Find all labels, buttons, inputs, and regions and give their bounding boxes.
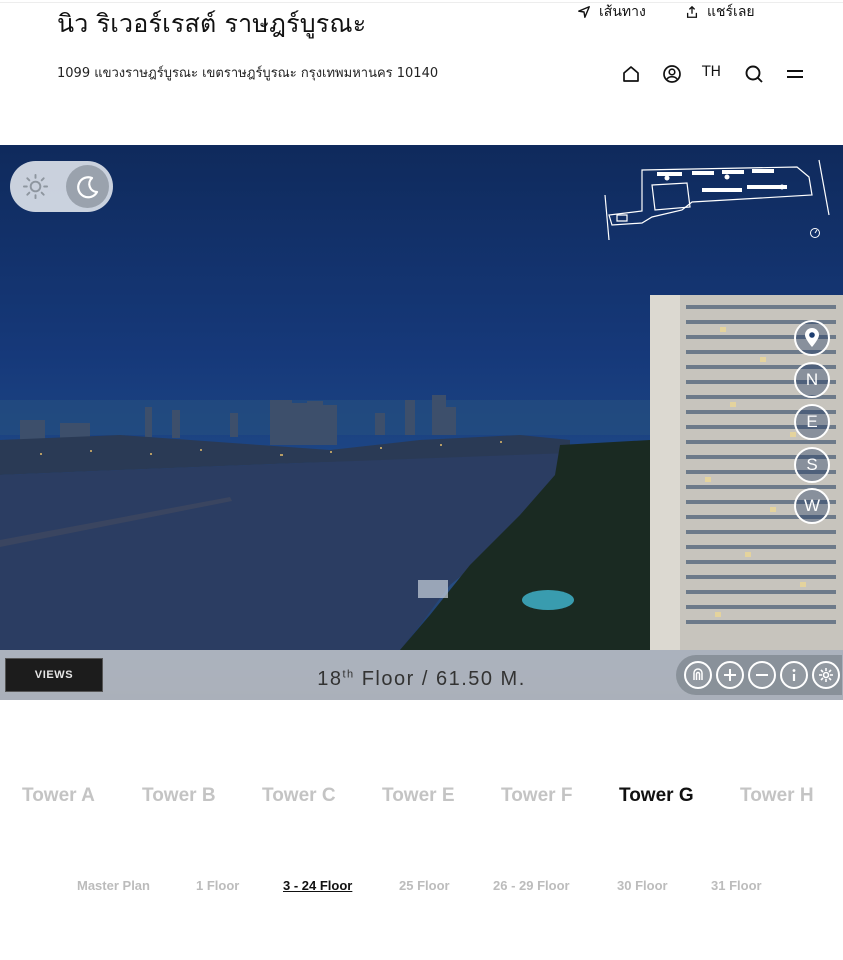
tab-tower-a[interactable]: Tower A (22, 785, 95, 807)
tab-floor-25[interactable]: 25 Floor (399, 878, 450, 893)
tab-tower-c[interactable]: Tower C (262, 785, 336, 807)
floor-number: 18 (317, 668, 343, 690)
viewer-toolbar (676, 655, 842, 695)
share-link-label: แชร์เลย (707, 4, 755, 20)
sun-icon[interactable] (22, 173, 49, 200)
floor-ordinal-suffix: th (342, 668, 355, 681)
zoom-in-icon (724, 669, 736, 681)
floor-height-text: Floor / 61.50 M. (361, 668, 526, 690)
search-button[interactable] (742, 62, 766, 86)
gyro-icon (693, 668, 703, 680)
search-icon (745, 65, 763, 83)
tab-tower-e[interactable]: Tower E (382, 785, 455, 807)
zoom-out-button[interactable] (748, 661, 776, 689)
location-button[interactable] (794, 320, 830, 356)
info-button[interactable] (780, 661, 808, 689)
home-button[interactable] (619, 62, 643, 86)
tower-tabs: Tower A Tower B Tower C Tower E Tower F … (0, 785, 843, 815)
language-switch[interactable]: TH (702, 64, 721, 80)
info-icon (792, 669, 796, 681)
tab-floor-30[interactable]: 30 Floor (617, 878, 668, 893)
compass-west-button[interactable]: W (794, 488, 830, 524)
menu-icon (787, 70, 803, 78)
tab-tower-f[interactable]: Tower F (501, 785, 572, 807)
compass-north-button[interactable]: N (794, 362, 830, 398)
tab-floor-1[interactable]: 1 Floor (196, 878, 239, 893)
tab-tower-b[interactable]: Tower B (142, 785, 216, 807)
user-icon (663, 65, 681, 83)
navigation-arrow-icon (578, 6, 590, 18)
tab-master-plan[interactable]: Master Plan (77, 878, 150, 893)
tab-floor-31[interactable]: 31 Floor (711, 878, 762, 893)
panorama-viewer[interactable]: N E S W VIEWS 18th Floor / 61.50 M. (0, 145, 843, 700)
viewer-bottom-bar: VIEWS 18th Floor / 61.50 M. (0, 650, 843, 700)
tab-tower-h[interactable]: Tower H (740, 785, 814, 807)
gyro-button[interactable] (684, 661, 712, 689)
moon-icon (76, 175, 98, 198)
map-pin-icon (805, 328, 819, 347)
zoom-out-icon (756, 674, 768, 676)
site-minimap[interactable] (597, 155, 833, 247)
home-icon (623, 66, 639, 82)
settings-button[interactable] (812, 661, 840, 689)
floor-tabs: Master Plan 1 Floor 3 - 24 Floor 25 Floo… (0, 878, 843, 898)
account-button[interactable] (660, 62, 684, 86)
share-link[interactable]: แชร์เลย (685, 1, 755, 23)
zoom-in-button[interactable] (716, 661, 744, 689)
tab-floor-26-29[interactable]: 26 - 29 Floor (493, 878, 570, 893)
share-icon (686, 5, 698, 18)
route-link-label: เส้นทาง (599, 4, 646, 20)
compass-south-button[interactable]: S (794, 447, 830, 483)
tab-tower-g[interactable]: Tower G (619, 785, 694, 807)
day-night-toggle[interactable] (10, 161, 113, 212)
menu-button[interactable] (783, 62, 807, 86)
project-title: นิว ริเวอร์เรสต์ ราษฎร์บูรณะ (57, 9, 367, 38)
settings-icon (819, 668, 833, 682)
project-address: 1099 แขวงราษฎร์บูรณะ เขตราษฎร์บูรณะ กรุง… (57, 66, 439, 81)
tab-floor-3-24[interactable]: 3 - 24 Floor (283, 878, 352, 893)
site-header: นิว ริเวอร์เรสต์ ราษฎร์บูรณะ 1099 แขวงรา… (0, 0, 843, 145)
night-mode-button[interactable] (66, 165, 109, 208)
compass-east-button[interactable]: E (794, 404, 830, 440)
route-link[interactable]: เส้นทาง (577, 1, 646, 23)
